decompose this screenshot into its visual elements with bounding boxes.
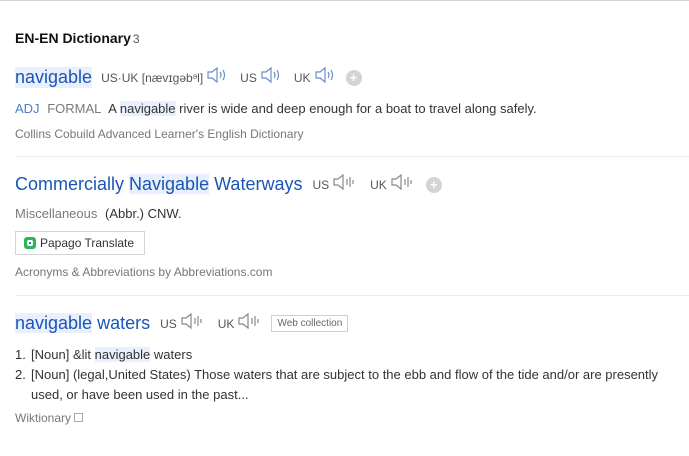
headword-highlight: Navigable [129, 174, 210, 194]
us-label: US [312, 177, 330, 192]
section-count: 3 [132, 32, 140, 46]
divider [15, 156, 689, 157]
headword-link[interactable]: navigable waters [15, 313, 150, 334]
definition-text: river is wide and deep enough for a boat… [179, 101, 537, 116]
definition-text: &lit [72, 347, 91, 362]
highlighted-word: navigable [119, 101, 176, 116]
add-icon[interactable]: + [345, 69, 362, 86]
source-attribution: Collins Cobuild Advanced Learner's Engli… [15, 127, 304, 141]
list-item: 2. [Noun] (legal,United States) Those wa… [15, 365, 689, 405]
copy-icon[interactable] [74, 413, 84, 423]
entry-navigable-waters: navigable waters US UK Web collection 1.… [15, 312, 689, 425]
speaker-icon[interactable] [332, 173, 358, 196]
speaker-icon[interactable] [237, 312, 263, 335]
headword-link[interactable]: Commercially Navigable Waterways [15, 174, 302, 195]
definition-list: 1. [Noun] &lit navigable waters 2. [Noun… [15, 345, 689, 405]
uk-label: UK [217, 316, 235, 331]
definition-text: (legal,United States) Those waters that … [31, 367, 659, 402]
definition: Miscellaneous (Abbr.) CNW. [15, 206, 689, 221]
section-heading: EN-EN Dictionary 3 [15, 30, 140, 46]
papago-translate-button[interactable]: Papago Translate [15, 231, 146, 255]
pronunciation: US·UK [nævɪɡəbᵊl] [101, 70, 204, 85]
source-link[interactable]: Wiktionary [15, 411, 71, 425]
speaker-icon[interactable] [260, 66, 282, 89]
web-collection-tag: Web collection [271, 315, 349, 332]
entry-commercially-navigable-waterways: Commercially Navigable Waterways US UK +… [15, 173, 689, 279]
part-of-speech: [Noun] [31, 367, 70, 382]
us-label: US [160, 316, 177, 331]
item-text: [Noun] &lit navigable waters [31, 345, 671, 365]
speaker-icon[interactable] [390, 173, 416, 196]
item-number: 2. [15, 367, 26, 382]
us-label: US [240, 70, 257, 85]
headword-link[interactable]: navigable [15, 67, 93, 88]
definition: ADJ FORMAL A navigable river is wide and… [15, 101, 689, 116]
headword-part: Commercially [15, 174, 125, 194]
top-border [0, 0, 689, 1]
item-text: [Noun] (legal,United States) Those water… [31, 365, 671, 405]
papago-logo-icon [24, 237, 36, 249]
definition-text: (Abbr.) CNW. [105, 206, 182, 221]
speaker-icon[interactable] [206, 66, 228, 89]
speaker-icon[interactable] [314, 66, 336, 89]
definition-text: A [108, 101, 117, 116]
source-attribution: Acronyms & Abbreviations by Abbreviation… [15, 265, 273, 279]
divider [15, 295, 689, 296]
register-label: FORMAL [47, 101, 102, 116]
part-of-speech: [Noun] [31, 347, 70, 362]
add-icon[interactable]: + [425, 176, 442, 193]
speaker-icon[interactable] [180, 312, 206, 335]
papago-translate-label: Papago Translate [40, 236, 135, 250]
section-title: EN-EN Dictionary [15, 30, 131, 46]
entry-header: navigable US·UK [nævɪɡəbᵊl] US UK + [15, 66, 689, 89]
part-of-speech: ADJ [15, 101, 40, 116]
headword-highlight: navigable [15, 313, 93, 333]
translate-row: Papago Translate [15, 231, 689, 255]
entry-header: navigable waters US UK Web collection [15, 312, 689, 335]
headword-part: waters [97, 313, 151, 333]
uk-label: UK [370, 177, 387, 192]
headword-part: Waterways [214, 174, 303, 194]
entry-header: Commercially Navigable Waterways US UK + [15, 173, 689, 196]
definition-text: waters [153, 347, 193, 362]
highlighted-word: navigable [94, 347, 151, 362]
uk-label: UK [293, 70, 311, 85]
source-attribution: Wiktionary [15, 411, 689, 425]
category-label: Miscellaneous [15, 206, 98, 221]
list-item: 1. [Noun] &lit navigable waters [15, 345, 689, 365]
entry-navigable: navigable US·UK [nævɪɡəbᵊl] US UK + ADJ … [15, 66, 689, 141]
item-number: 1. [15, 347, 26, 362]
